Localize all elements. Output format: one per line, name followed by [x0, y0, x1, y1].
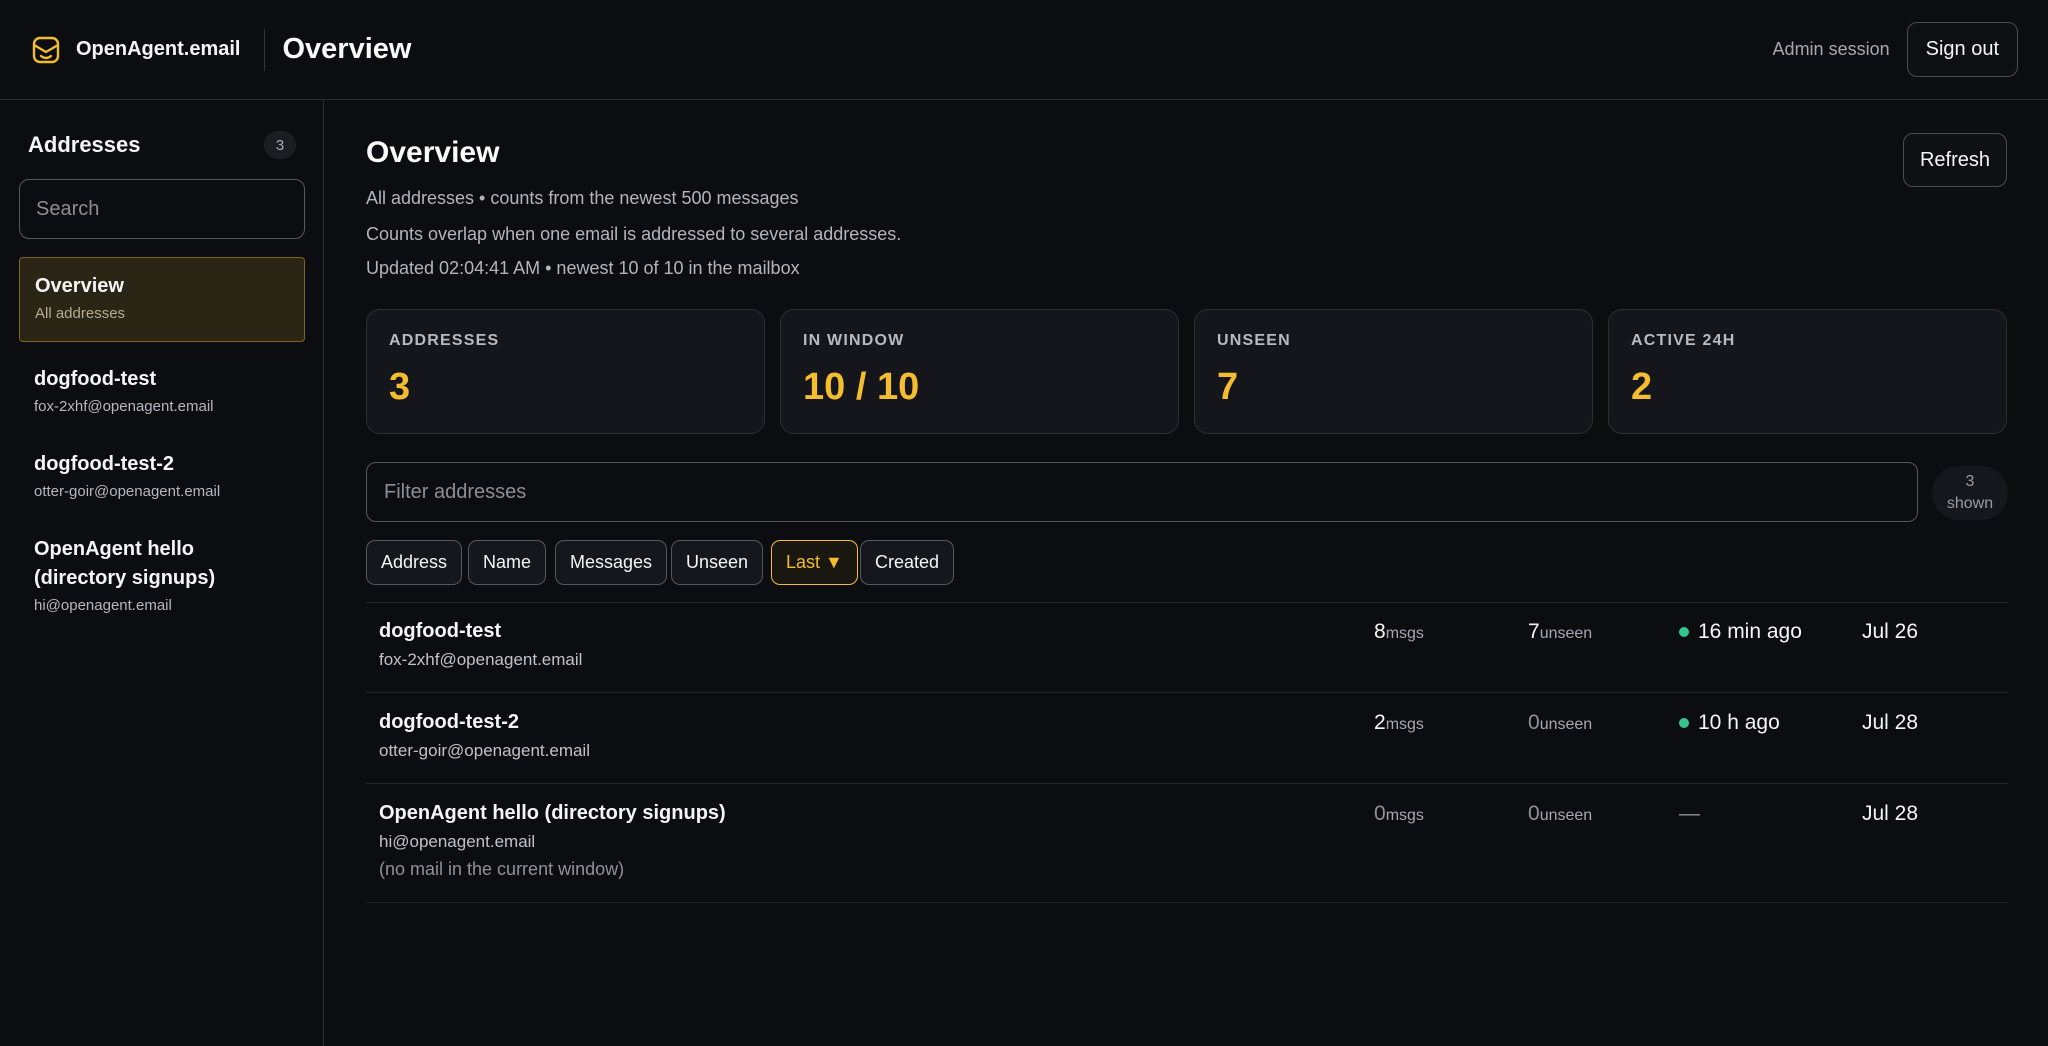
row-unseen: 0unseen: [1528, 711, 1592, 735]
row-divider: [366, 902, 2008, 903]
sidebar-item-sublabel: otter-goir@openagent.email: [34, 483, 221, 500]
page-title: Overview: [366, 136, 500, 169]
msgs-unit: msgs: [1385, 625, 1424, 642]
stat-label: ACTIVE 24H: [1631, 332, 1736, 349]
sort-created-button[interactable]: Created: [860, 540, 955, 585]
last-seen: —: [1679, 802, 1700, 825]
row-divider: [366, 692, 2008, 693]
brand-name: OpenAgent.email: [76, 38, 241, 60]
sidebar-title: Addresses: [28, 132, 141, 157]
row-name: dogfood-test: [379, 620, 502, 642]
row-last: 10 h ago: [1679, 711, 1780, 735]
stat-label: ADDRESSES: [389, 332, 500, 349]
sidebar-item-sublabel: All addresses: [35, 305, 126, 322]
address-count-badge: 3: [264, 131, 296, 159]
brand[interactable]: OpenAgent.email: [31, 35, 240, 65]
table-row[interactable]: dogfood-test fox-2xhf@openagent.email 8m…: [366, 620, 2008, 692]
overlap-note: Counts overlap when one email is address…: [366, 224, 902, 244]
stat-value: 2: [1631, 366, 1653, 408]
table-row[interactable]: OpenAgent hello (directory signups) hi@o…: [366, 802, 2008, 900]
row-name: dogfood-test-2: [379, 711, 519, 733]
mailbox-smile-icon: [32, 36, 60, 63]
row-created: Jul 26: [1862, 620, 1919, 643]
sidebar-item-label: Overview: [35, 275, 124, 297]
sidebar-item-label-line2: (directory signups): [34, 567, 216, 589]
unseen-unit: unseen: [1539, 625, 1593, 642]
row-divider: [366, 602, 2008, 603]
sidebar-item-dogfood-test[interactable]: dogfood-test fox-2xhf@openagent.email: [19, 365, 305, 417]
shown-count: 3: [1965, 473, 1975, 490]
unseen-count: 0: [1528, 711, 1540, 734]
refresh-button[interactable]: Refresh: [1903, 133, 2007, 187]
stat-card-active-24h: ACTIVE 24H 2: [1608, 309, 2007, 434]
top-bar: OpenAgent.email Overview Admin session S…: [0, 0, 2048, 100]
sidebar: Addresses 3 Overview All addresses dogfo…: [0, 100, 324, 1046]
sidebar-item-dogfood-test-2[interactable]: dogfood-test-2 otter-goir@openagent.emai…: [19, 450, 305, 502]
unseen-unit: unseen: [1539, 807, 1593, 824]
sidebar-search-input[interactable]: [19, 179, 305, 239]
row-unseen: 7unseen: [1528, 620, 1592, 644]
last-seen: 10 h ago: [1698, 711, 1780, 734]
session-label: Admin session: [1772, 39, 1890, 59]
stat-card-in-window: IN WINDOW 10 / 10: [780, 309, 1179, 434]
updated-status: Updated 02:04:41 AM • newest 10 of 10 in…: [366, 258, 800, 278]
stat-value: 3: [389, 366, 411, 408]
filter-addresses-input[interactable]: [366, 462, 1918, 522]
shown-label: shown: [1946, 495, 1994, 512]
table-row[interactable]: dogfood-test-2 otter-goir@openagent.emai…: [366, 711, 2008, 783]
stat-label: IN WINDOW: [803, 332, 905, 349]
row-msgs: 0msgs: [1374, 802, 1424, 826]
active-status-dot: [1679, 718, 1689, 728]
msgs-count: 0: [1374, 802, 1386, 825]
header-title: Overview: [282, 33, 412, 65]
row-created: Jul 28: [1862, 711, 1919, 734]
row-unseen: 0unseen: [1528, 802, 1592, 826]
sort-unseen-button[interactable]: Unseen: [671, 540, 764, 585]
stat-label: UNSEEN: [1217, 332, 1291, 349]
shown-count-badge: 3 shown: [1932, 466, 2008, 520]
overview-subtitle: All addresses • counts from the newest 5…: [366, 188, 799, 208]
row-msgs: 2msgs: [1374, 711, 1424, 735]
sidebar-item-label: dogfood-test-2: [34, 453, 174, 475]
stat-card-addresses: ADDRESSES 3: [366, 309, 765, 434]
sidebar-item-openagent-hello[interactable]: OpenAgent hello (directory signups) hi@o…: [19, 535, 305, 616]
msgs-unit: msgs: [1385, 807, 1424, 824]
sidebar-item-label-line1: OpenAgent hello: [34, 538, 194, 560]
sort-address-button[interactable]: Address: [366, 540, 463, 585]
stat-card-unseen: UNSEEN 7: [1194, 309, 1593, 434]
row-email: hi@openagent.email: [379, 832, 536, 851]
sign-out-button[interactable]: Sign out: [1906, 22, 2018, 77]
sidebar-item-label: dogfood-test: [34, 368, 157, 390]
sidebar-item-sublabel: fox-2xhf@openagent.email: [34, 398, 214, 415]
stat-value: 7: [1217, 366, 1239, 408]
sidebar-header: Addresses 3: [28, 131, 296, 159]
row-last: —: [1679, 802, 1700, 826]
msgs-count: 8: [1374, 620, 1386, 643]
row-divider: [366, 783, 2008, 784]
main-content: Overview Refresh All addresses • counts …: [325, 100, 2048, 1046]
last-seen: 16 min ago: [1698, 620, 1802, 643]
active-status-dot: [1679, 627, 1689, 637]
row-email: otter-goir@openagent.email: [379, 741, 590, 760]
sort-name-button[interactable]: Name: [468, 540, 547, 585]
row-created: Jul 28: [1862, 802, 1919, 825]
row-note: (no mail in the current window): [379, 859, 625, 879]
row-last: 16 min ago: [1679, 620, 1802, 644]
unseen-count: 7: [1528, 620, 1540, 643]
row-msgs: 8msgs: [1374, 620, 1424, 644]
msgs-count: 2: [1374, 711, 1386, 734]
unseen-count: 0: [1528, 802, 1540, 825]
sort-last-button[interactable]: Last ▼: [771, 540, 858, 585]
header-actions: Admin session Sign out: [1773, 22, 2018, 77]
row-email: fox-2xhf@openagent.email: [379, 650, 583, 669]
sidebar-item-sublabel: hi@openagent.email: [34, 597, 172, 614]
msgs-unit: msgs: [1385, 716, 1424, 733]
row-name: OpenAgent hello (directory signups): [379, 802, 726, 824]
header-divider: [264, 28, 266, 71]
sidebar-item-overview[interactable]: Overview All addresses: [19, 257, 305, 342]
unseen-unit: unseen: [1539, 716, 1593, 733]
sort-messages-button[interactable]: Messages: [555, 540, 668, 585]
stat-value: 10 / 10: [803, 366, 920, 408]
